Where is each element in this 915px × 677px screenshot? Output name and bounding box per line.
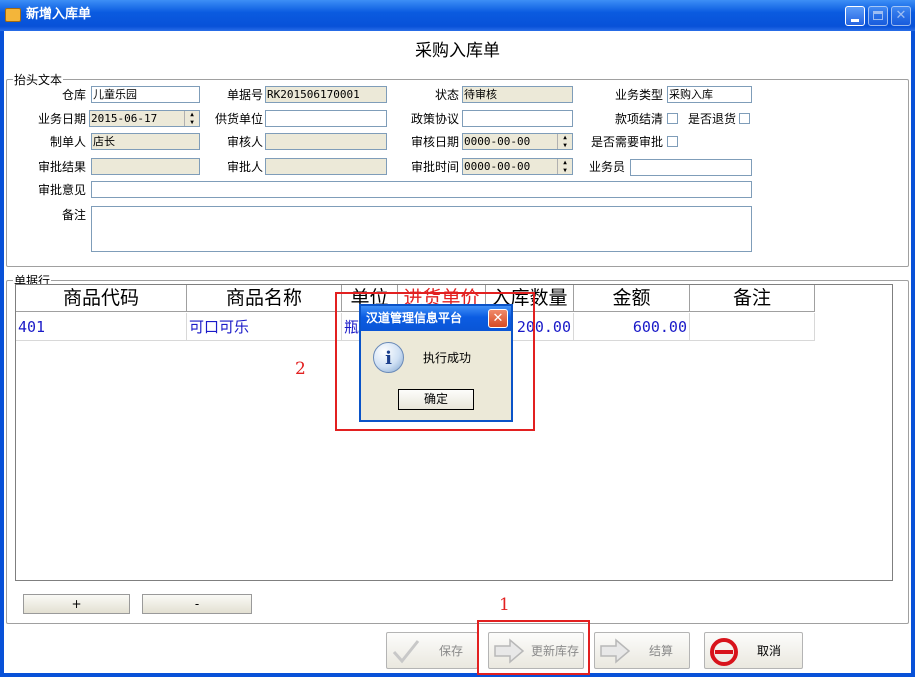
- settled-checkbox[interactable]: [667, 113, 678, 124]
- annotation-box-1: [477, 620, 590, 675]
- salesman-label: 业务员: [588, 160, 625, 174]
- creator-label: 制单人: [49, 135, 86, 149]
- policy-label: 政策协议: [410, 112, 459, 126]
- returned-label: 是否退货: [687, 112, 736, 126]
- need-approval-label: 是否需要审批: [590, 135, 663, 149]
- approval-time-value: 0000-00-00: [464, 160, 531, 173]
- cell-amount[interactable]: 600.00: [574, 313, 690, 341]
- biz-date-label: 业务日期: [37, 112, 86, 126]
- approver-label: 审批人: [226, 160, 263, 174]
- returned-checkbox[interactable]: [739, 113, 750, 124]
- arrow-right-icon: [600, 638, 631, 664]
- salesman-field[interactable]: [630, 159, 752, 176]
- spin-down-icon[interactable]: ▼: [558, 142, 572, 149]
- settle-button-label: 结算: [649, 644, 674, 658]
- app-icon: [5, 8, 21, 22]
- warehouse-field[interactable]: 儿童乐园: [91, 86, 200, 103]
- save-button[interactable]: 保存: [386, 632, 478, 669]
- doc-no-field[interactable]: RK201506170001: [265, 86, 387, 103]
- approval-time-spinner[interactable]: ▲ ▼: [557, 159, 572, 174]
- close-button[interactable]: ✕: [891, 6, 911, 26]
- reviewer-field[interactable]: [265, 133, 387, 150]
- approval-time-field[interactable]: 0000-00-00 ▲ ▼: [462, 158, 573, 175]
- header-group-legend: 抬头文本: [14, 73, 63, 87]
- review-date-spinner[interactable]: ▲ ▼: [557, 134, 572, 149]
- creator-field[interactable]: 店长: [91, 133, 200, 150]
- cancel-button-label: 取消: [757, 644, 782, 658]
- biz-type-label: 业务类型: [614, 88, 663, 102]
- spin-up-icon[interactable]: ▲: [558, 159, 572, 167]
- remove-row-button[interactable]: -: [142, 594, 252, 614]
- message-dialog: 汉道管理信息平台 ✕ i 执行成功 确定: [359, 304, 513, 422]
- warehouse-label: 仓库: [61, 88, 86, 102]
- biz-date-spinner[interactable]: ▲ ▼: [184, 111, 199, 126]
- column-header-name[interactable]: 商品名称: [187, 285, 342, 312]
- form-title: 采购入库单: [415, 41, 500, 61]
- biz-date-value: 2015-06-17: [91, 112, 158, 125]
- close-icon: ✕: [492, 311, 504, 326]
- add-row-button[interactable]: +: [23, 594, 130, 614]
- approver-field[interactable]: [265, 158, 387, 175]
- window-title: 新增入库单: [26, 7, 92, 22]
- review-date-label: 审核日期: [410, 135, 459, 149]
- need-approval-checkbox[interactable]: [667, 136, 678, 147]
- biz-type-field[interactable]: 采购入库: [667, 86, 752, 103]
- remark-field[interactable]: [91, 206, 752, 252]
- spin-down-icon[interactable]: ▼: [558, 167, 572, 174]
- approval-time-label: 审批时间: [410, 160, 459, 174]
- approval-opinion-label: 审批意见: [37, 183, 86, 197]
- settled-label: 款项结清: [614, 112, 663, 126]
- approval-result-label: 审批结果: [37, 160, 86, 174]
- supplier-field[interactable]: [265, 110, 387, 127]
- doc-no-label: 单据号: [226, 88, 263, 102]
- policy-field[interactable]: [462, 110, 573, 127]
- annotation-marker-1: 1: [499, 595, 510, 615]
- dialog-ok-button[interactable]: 确定: [398, 389, 474, 410]
- save-button-label: 保存: [439, 644, 464, 658]
- review-date-value: 0000-00-00: [464, 135, 531, 148]
- column-header-amount[interactable]: 金额: [574, 285, 690, 312]
- cell-remark[interactable]: [690, 313, 815, 341]
- close-icon: ✕: [895, 8, 907, 23]
- review-date-field[interactable]: 0000-00-00 ▲ ▼: [462, 133, 573, 150]
- cell-name[interactable]: 可口可乐: [187, 313, 342, 341]
- biz-date-field[interactable]: 2015-06-17 ▲ ▼: [89, 110, 200, 127]
- dialog-titlebar[interactable]: 汉道管理信息平台 ✕: [361, 306, 511, 331]
- spin-up-icon[interactable]: ▲: [558, 134, 572, 142]
- status-field[interactable]: 待审核: [462, 86, 573, 103]
- reviewer-label: 审核人: [226, 135, 263, 149]
- cancel-button[interactable]: 取消: [704, 632, 803, 669]
- spin-up-icon[interactable]: ▲: [185, 111, 199, 119]
- supplier-label: 供货单位: [214, 112, 263, 126]
- remark-label: 备注: [61, 208, 86, 222]
- approval-opinion-field[interactable]: [91, 181, 752, 198]
- stop-icon: [710, 638, 738, 666]
- info-icon: i: [373, 342, 404, 373]
- approval-result-field[interactable]: [91, 158, 200, 175]
- maximize-icon: [873, 11, 883, 20]
- dialog-message: 执行成功: [423, 351, 472, 365]
- column-header-code[interactable]: 商品代码: [16, 285, 187, 312]
- window-titlebar[interactable]: 新增入库单 ✕: [0, 0, 915, 31]
- dialog-title: 汉道管理信息平台: [366, 311, 463, 325]
- spin-down-icon[interactable]: ▼: [185, 119, 199, 126]
- status-label: 状态: [434, 88, 459, 102]
- column-header-remark[interactable]: 备注: [690, 285, 815, 312]
- minimize-button[interactable]: [845, 6, 865, 26]
- minimize-icon: [851, 19, 859, 22]
- annotation-marker-2: 2: [295, 359, 306, 379]
- dialog-close-button[interactable]: ✕: [488, 309, 508, 328]
- checkmark-icon: [392, 640, 420, 664]
- maximize-button[interactable]: [868, 6, 888, 26]
- cell-code[interactable]: 401: [16, 313, 187, 341]
- settle-button[interactable]: 结算: [594, 632, 690, 669]
